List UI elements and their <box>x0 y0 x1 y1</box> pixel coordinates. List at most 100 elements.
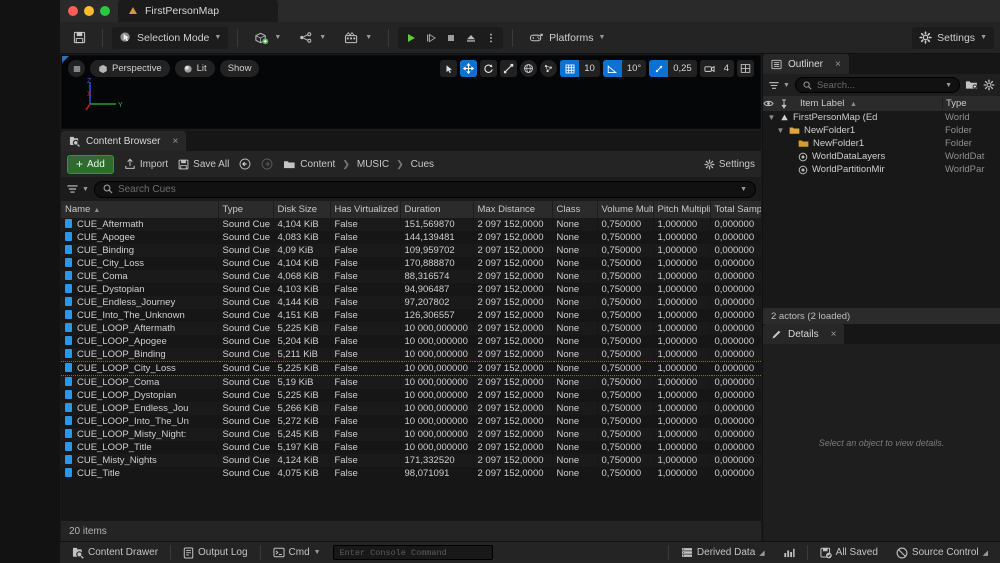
chevron-down-icon[interactable]: ▼ <box>740 186 747 193</box>
scale-tool-button[interactable] <box>500 60 518 77</box>
close-icon[interactable]: × <box>831 329 837 340</box>
table-row[interactable]: CUE_LOOP_Coma Sound Cue 5,19 KiB False 10 00… <box>61 375 761 389</box>
column-header-visibility[interactable] <box>763 99 780 108</box>
table-row[interactable]: CUE_City_Loss Sound Cue 4,104 KiB False 170,… <box>61 257 761 270</box>
table-row[interactable]: CUE_Coma Sound Cue 4,068 KiB False 88,316574… <box>61 270 761 283</box>
chevron-down-icon[interactable]: ▼ <box>772 126 789 135</box>
grid-snap-toggle[interactable] <box>560 60 580 77</box>
column-header-max-distance[interactable]: Max Distance <box>473 201 553 218</box>
outliner-row[interactable]: NewFolder1 Folder <box>763 137 1000 150</box>
save-current-level-button[interactable] <box>66 27 93 49</box>
cell-name[interactable]: CUE_LOOP_Aftermath <box>61 322 218 335</box>
viewport-layout-button[interactable] <box>737 60 754 77</box>
table-row[interactable]: CUE_LOOP_Dystopian Sound Cue 5,225 KiB Fals… <box>61 389 761 402</box>
cell-name[interactable]: CUE_Dystopian <box>61 283 218 296</box>
outliner-row[interactable]: WorldPartitionMir WorldPar <box>763 163 1000 176</box>
table-row[interactable]: CUE_Aftermath Sound Cue 4,104 KiB False 151,… <box>61 218 761 231</box>
angle-snap-toggle[interactable] <box>602 60 622 77</box>
grid-snap-value[interactable]: 10 <box>579 63 600 74</box>
cell-name[interactable]: CUE_Title <box>61 467 218 480</box>
cell-name[interactable]: CUE_Aftermath <box>61 218 218 231</box>
rotate-tool-button[interactable] <box>480 60 498 77</box>
column-header-outliner-type[interactable]: Type <box>942 98 1000 109</box>
blueprints-dropdown[interactable]: ▼ <box>292 27 333 49</box>
outliner-tree[interactable]: ▼ FirstPersonMap (Ed World ▼ NewFolder1 Folde… <box>763 111 1000 308</box>
cell-name[interactable]: CUE_Misty_Nights <box>61 454 218 467</box>
coordinate-system-button[interactable] <box>520 60 538 77</box>
table-row[interactable]: CUE_Apogee Sound Cue 4,083 KiB False 144,139… <box>61 231 761 244</box>
column-header-duration[interactable]: Duration <box>400 201 474 218</box>
table-row[interactable]: CUE_Into_The_Unknown Sound Cue 4,151 KiB Fa… <box>61 309 761 322</box>
minimize-window-button[interactable] <box>84 6 94 16</box>
tab-content-browser[interactable]: Content Browser × <box>61 131 187 151</box>
column-header-type[interactable]: Type <box>218 201 274 218</box>
column-header-volume-multiplier[interactable]: Volume Multiplier <box>597 201 654 218</box>
level-document-tab[interactable]: FirstPersonMap <box>118 0 278 22</box>
tab-details[interactable]: Details × <box>763 324 845 344</box>
add-asset-button[interactable]: + Add <box>67 154 114 174</box>
angle-snap-control[interactable]: 10° <box>602 60 647 77</box>
table-row[interactable]: CUE_LOOP_Endless_Jou Sound Cue 5,266 KiB Fa… <box>61 402 761 415</box>
column-header-pin[interactable] <box>780 99 797 109</box>
outliner-settings-button[interactable] <box>983 79 995 91</box>
output-log-button[interactable]: Output Log <box>177 544 253 561</box>
column-header-class[interactable]: Class <box>552 201 598 218</box>
column-header-name[interactable]: Name ▲ <box>61 201 219 218</box>
table-row[interactable]: CUE_Endless_Journey Sound Cue 4,144 KiB Fal… <box>61 296 761 309</box>
cell-name[interactable]: CUE_Endless_Journey <box>61 296 218 309</box>
selection-mode-dropdown[interactable]: Selection Mode ▼ <box>112 26 229 49</box>
console-cmd-dropdown[interactable]: Cmd ▼ <box>267 544 327 561</box>
derived-data-button[interactable]: Derived Data ◢ <box>675 544 771 561</box>
breadcrumb-item-content[interactable]: Content <box>300 159 335 170</box>
console-command-input[interactable]: Enter Console Command <box>332 545 493 560</box>
save-all-button[interactable]: Save All <box>178 159 229 170</box>
cell-name[interactable]: CUE_LOOP_Coma <box>61 375 218 389</box>
cell-name[interactable]: CUE_LOOP_Misty_Night: <box>61 428 218 441</box>
table-row[interactable]: CUE_LOOP_Apogee Sound Cue 5,204 KiB False 10… <box>61 335 761 348</box>
level-viewport[interactable]: Perspective Lit Show 10 10° 0,25 4 Z Y X <box>61 55 761 129</box>
stop-button[interactable] <box>441 28 460 48</box>
create-folder-button[interactable] <box>965 79 978 91</box>
cell-name[interactable]: CUE_Apogee <box>61 231 218 244</box>
cell-name[interactable]: CUE_LOOP_City_Loss <box>61 361 218 376</box>
content-drawer-button[interactable]: Content Drawer <box>66 544 164 561</box>
chevron-down-icon[interactable]: ▼ <box>945 82 952 89</box>
performance-stats-button[interactable] <box>777 544 801 561</box>
table-row[interactable]: CUE_Misty_Nights Sound Cue 4,124 KiB False 1… <box>61 454 761 467</box>
scale-snap-control[interactable]: 0,25 <box>649 60 697 77</box>
column-header-item-label[interactable]: Item Label ▲ <box>797 98 942 109</box>
column-header-pitch-multiplier[interactable]: Pitch Multiplier <box>653 201 711 218</box>
table-row[interactable]: CUE_Title Sound Cue 4,075 KiB False 98,07109… <box>61 467 761 480</box>
outliner-search-input[interactable]: Search... ▼ <box>794 77 960 93</box>
filters-dropdown[interactable]: ▼ <box>66 183 89 195</box>
cell-name[interactable]: CUE_LOOP_Title <box>61 441 218 454</box>
table-row[interactable]: CUE_Binding Sound Cue 4,09 KiB False 109,959… <box>61 244 761 257</box>
cell-name[interactable]: CUE_City_Loss <box>61 257 218 270</box>
cell-name[interactable]: CUE_LOOP_Apogee <box>61 335 218 348</box>
viewport-viewmode-dropdown[interactable]: Lit <box>174 60 215 77</box>
outliner-row[interactable]: ▼ NewFolder1 Folder <box>763 124 1000 137</box>
table-row[interactable]: CUE_LOOP_Binding Sound Cue 5,211 KiB False 1… <box>61 348 761 362</box>
source-control-button[interactable]: Source Control ◢ <box>890 544 994 561</box>
close-icon[interactable]: × <box>172 136 178 147</box>
table-row[interactable]: CUE_LOOP_City_Loss Sound Cue 5,225 KiB Fals… <box>61 361 761 376</box>
all-saved-button[interactable]: All Saved <box>814 544 884 561</box>
cell-name[interactable]: CUE_LOOP_Into_The_Un <box>61 415 218 428</box>
navigate-forward-button[interactable] <box>261 158 273 170</box>
translate-tool-button[interactable] <box>460 60 478 77</box>
scale-snap-value[interactable]: 0,25 <box>668 63 697 74</box>
table-row[interactable]: CUE_LOOP_Title Sound Cue 5,197 KiB False 10 … <box>61 441 761 454</box>
cell-name[interactable]: CUE_Binding <box>61 244 218 257</box>
cell-name[interactable]: CUE_Into_The_Unknown <box>61 309 218 322</box>
eject-button[interactable] <box>461 28 480 48</box>
content-browser-settings-button[interactable]: Settings <box>704 159 755 170</box>
breadcrumb-item-cues[interactable]: Cues <box>411 159 434 170</box>
table-row[interactable]: CUE_LOOP_Misty_Night: Sound Cue 5,245 KiB F… <box>61 428 761 441</box>
navigate-back-button[interactable] <box>239 158 251 170</box>
viewport-show-dropdown[interactable]: Show <box>219 60 260 77</box>
table-row[interactable]: CUE_Dystopian Sound Cue 4,103 KiB False 94,9… <box>61 283 761 296</box>
column-header-total-samples[interactable]: Total Samples <box>710 201 761 218</box>
play-in-editor-button[interactable] <box>401 28 420 48</box>
surface-snap-button[interactable] <box>540 60 558 77</box>
skip-frame-button[interactable] <box>421 28 440 48</box>
